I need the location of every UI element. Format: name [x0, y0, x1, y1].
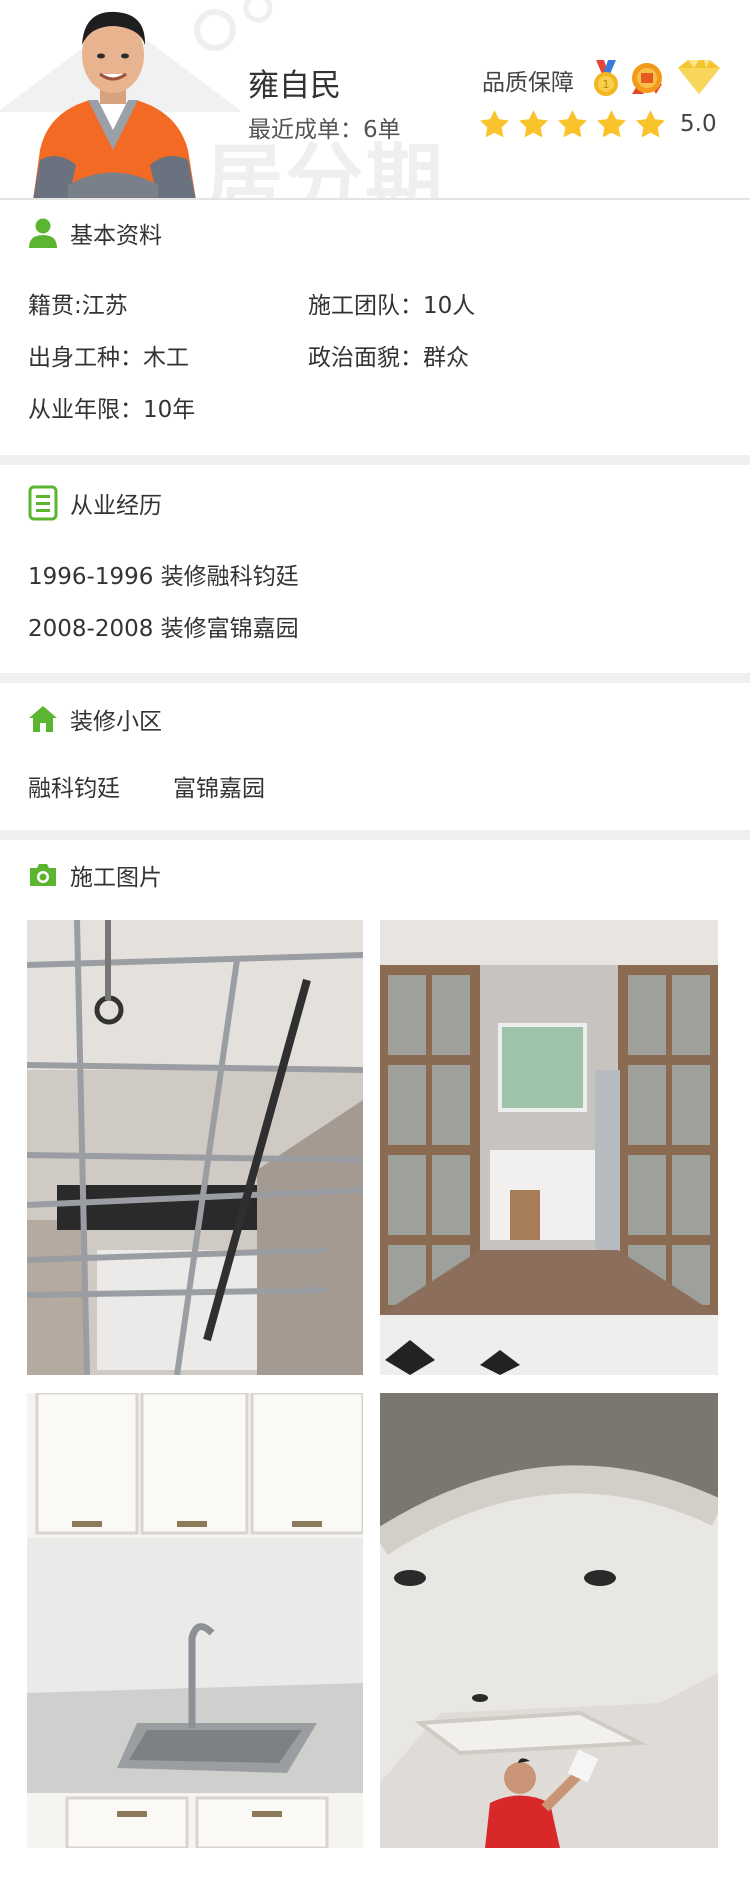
experience-item: 2008-2008 装修富锦嘉园 [28, 616, 299, 642]
sliding-door-kitchen-photo[interactable] [380, 920, 718, 1375]
section-divider [0, 673, 750, 683]
camera-icon [30, 864, 56, 886]
team-size: 施工团队：10人 [308, 293, 476, 319]
svg-text:1: 1 [603, 78, 610, 91]
star-icon [519, 110, 548, 138]
community-item[interactable]: 富锦嘉园 [173, 769, 265, 803]
ceiling-painting-photo[interactable] [380, 1393, 718, 1848]
star-icon [636, 110, 665, 138]
native-place: 籍贯:江苏 [28, 293, 128, 319]
profile-header: 居分期 雍自民 最近成单：6单 品质保障 1 5.0 [0, 0, 750, 200]
star-icon [597, 110, 626, 138]
recent-orders: 最近成单：6单 [248, 117, 401, 143]
medal-icon: 1 [594, 60, 618, 96]
community-item[interactable]: 融科钧廷 [28, 769, 120, 803]
experience-title: 从业经历 [28, 485, 162, 521]
seal-badge-icon [632, 63, 662, 94]
basic-info-label: 基本资料 [70, 223, 162, 249]
kitchen-sink-photo[interactable] [27, 1393, 363, 1848]
ceiling-frame-photo[interactable] [27, 920, 363, 1375]
rating-score: 5.0 [680, 111, 717, 137]
communities-title: 装修小区 [28, 702, 162, 736]
diamond-icon [678, 60, 720, 94]
communities-label: 装修小区 [70, 709, 162, 735]
experience-label: 从业经历 [70, 493, 162, 519]
rating-stars [478, 108, 673, 144]
star-icon [558, 110, 587, 138]
section-divider [0, 830, 750, 840]
section-divider [0, 455, 750, 465]
political-status: 政治面貌：群众 [308, 345, 469, 371]
basic-info-title: 基本资料 [28, 216, 162, 250]
original-trade: 出身工种：木工 [28, 345, 189, 371]
avatar[interactable] [28, 0, 198, 198]
person-icon [29, 218, 57, 248]
photos-label: 施工图片 [70, 865, 162, 891]
years-in-trade: 从业年限：10年 [28, 397, 196, 423]
document-icon [28, 485, 58, 521]
star-icon [480, 110, 509, 138]
worker-name: 雍自民 [248, 68, 341, 104]
home-icon [29, 706, 57, 732]
photos-title: 施工图片 [28, 858, 162, 892]
quality-badges: 1 [592, 58, 722, 98]
quality-guarantee-label: 品质保障 [482, 70, 574, 96]
experience-item: 1996-1996 装修融科钧廷 [28, 564, 299, 590]
